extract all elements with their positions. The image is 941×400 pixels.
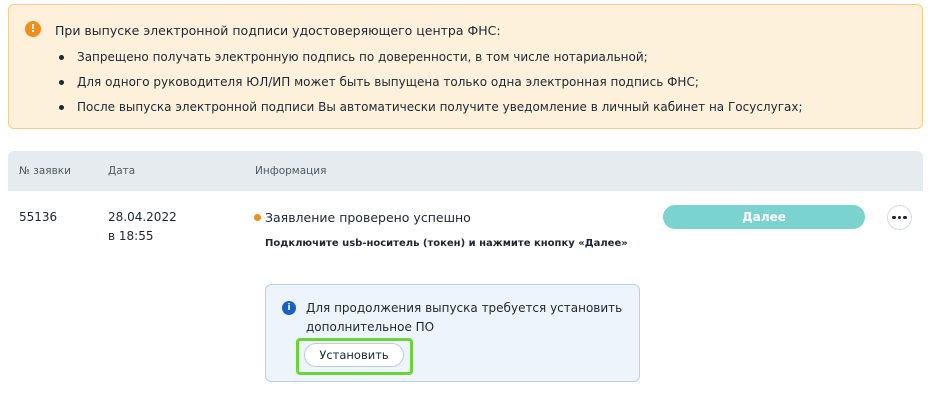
header-number: № заявки	[19, 165, 71, 177]
info-icon: i	[282, 301, 296, 315]
table-header: № заявки Дата Информация	[8, 151, 923, 191]
application-number: 55136	[19, 210, 58, 224]
notice-item: Запрещено получать электронную подпись п…	[59, 49, 803, 74]
notice-item: После выпуска электронной подписи Вы авт…	[59, 99, 803, 124]
warning-notice: ! При выпуске электронной подписи удосто…	[8, 4, 923, 129]
warning-icon: !	[25, 21, 41, 37]
application-time: в 18:55	[108, 229, 154, 243]
notice-item: Для одного руководителя ЮЛ/ИП может быть…	[59, 74, 803, 99]
status-dot-icon	[254, 214, 261, 221]
notice-list: Запрещено получать электронную подпись п…	[59, 49, 803, 124]
token-hint: Подключите usb-носитель (токен) и нажмит…	[265, 238, 628, 249]
header-date: Дата	[108, 165, 136, 177]
info-text: Для продолжения выпуска требуется устано…	[306, 301, 623, 334]
next-button[interactable]: Далее	[663, 205, 865, 229]
header-info: Информация	[255, 165, 327, 177]
application-date: 28.04.2022	[108, 210, 177, 224]
more-horizontal-icon[interactable]	[887, 205, 912, 230]
install-button[interactable]: Установить	[304, 343, 404, 367]
status-text: Заявление проверено успешно	[265, 210, 471, 225]
notice-title: При выпуске электронной подписи удостове…	[55, 23, 501, 38]
